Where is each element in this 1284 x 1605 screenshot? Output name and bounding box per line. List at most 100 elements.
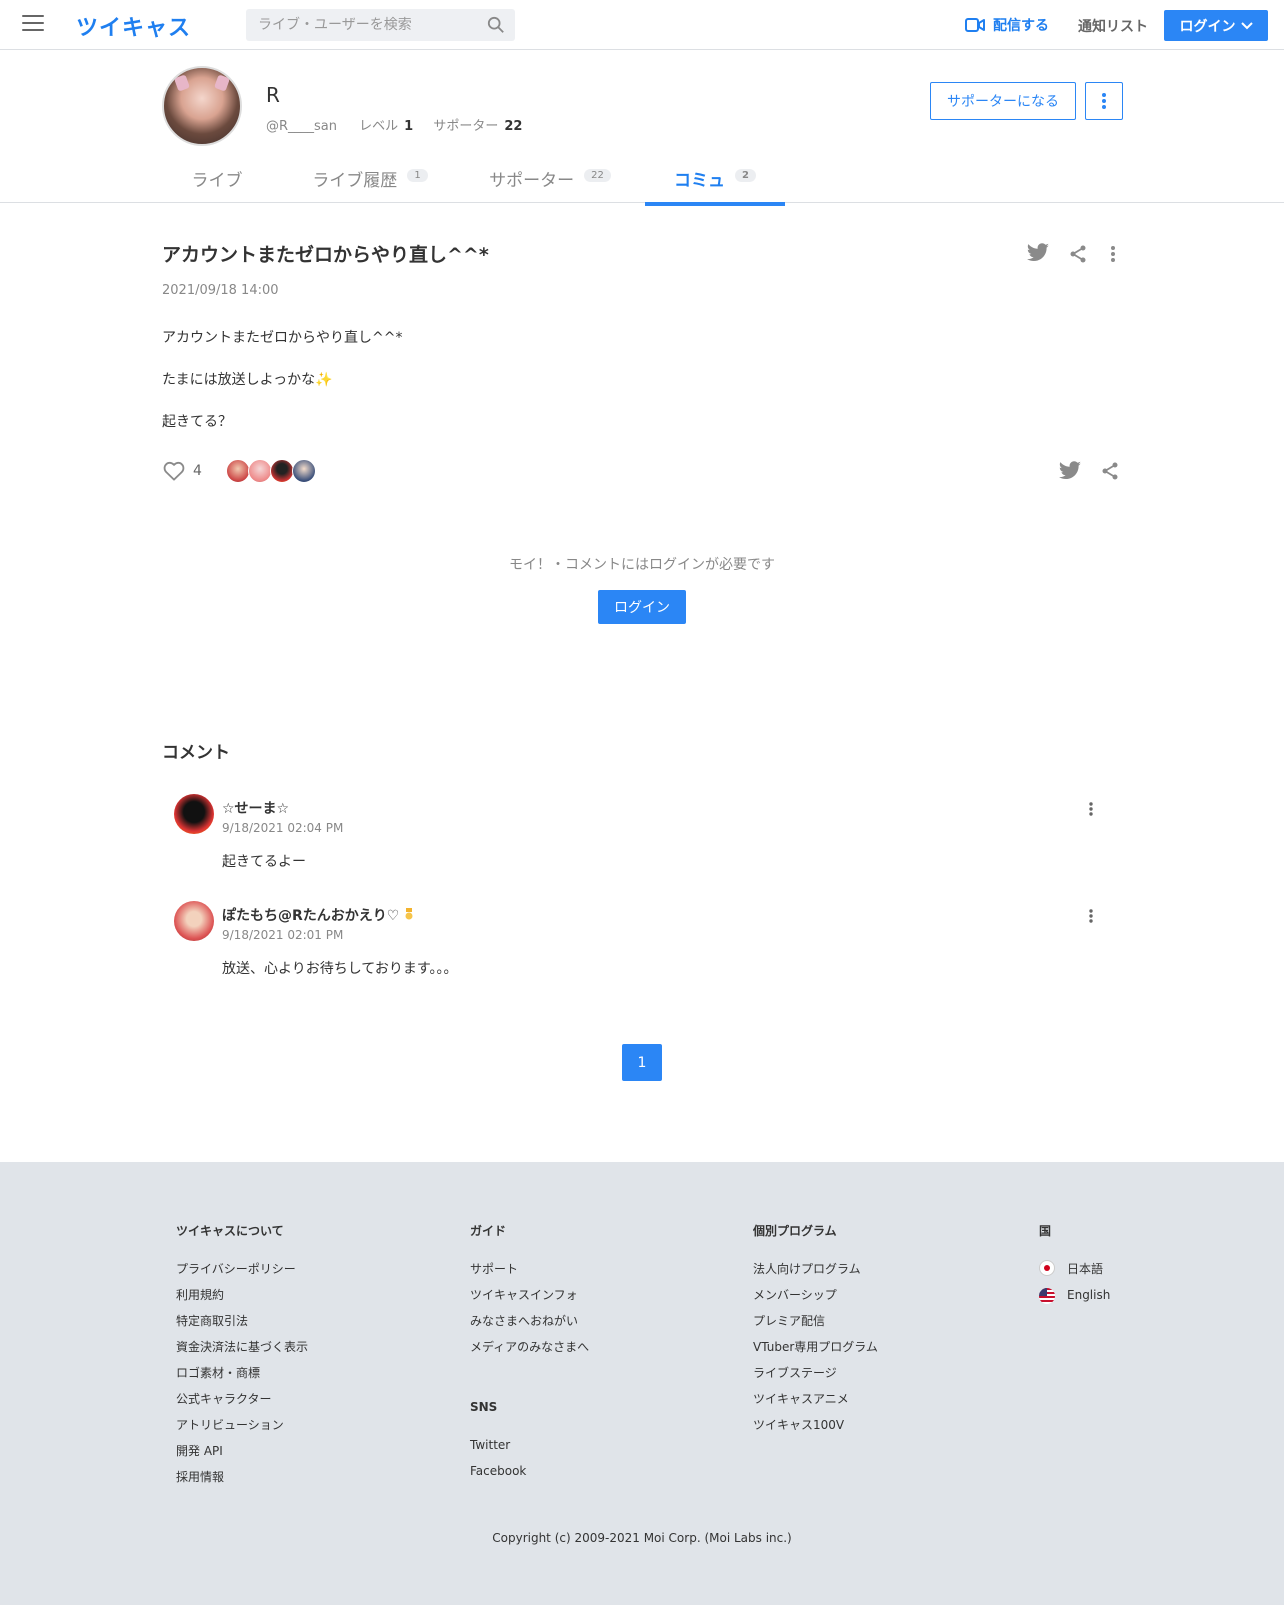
- footer-link[interactable]: サポート: [470, 1260, 518, 1277]
- comment-avatar[interactable]: [174, 901, 214, 941]
- footer-country-heading: 国: [1039, 1224, 1052, 1238]
- heart-icon[interactable]: [163, 461, 185, 481]
- profile-meta: @R____san レベル 1 サポーター 22: [266, 115, 538, 134]
- language-english-link[interactable]: English: [1067, 1288, 1110, 1302]
- search-icon[interactable]: [487, 16, 505, 34]
- footer-link[interactable]: プレミア配信: [753, 1312, 825, 1329]
- tab-live[interactable]: ライブ: [162, 166, 272, 203]
- profile-more-button[interactable]: [1085, 82, 1123, 120]
- level-value: 1: [404, 119, 414, 134]
- tab-community[interactable]: コミュ 2: [645, 166, 785, 206]
- tab-badge: 1: [407, 169, 428, 182]
- profile-name: R: [266, 83, 280, 107]
- footer-link[interactable]: 採用情報: [176, 1468, 224, 1485]
- footer-programs-heading: 個別プログラム: [753, 1224, 837, 1238]
- language-japanese-link[interactable]: 日本語: [1067, 1260, 1103, 1277]
- supporter-medal-icon: [405, 908, 413, 920]
- post-body-line: アカウントまたゼロからやり直し^^*: [162, 330, 403, 346]
- footer-twitter-link[interactable]: Twitter: [470, 1438, 510, 1452]
- tab-label: コミュ: [674, 171, 726, 191]
- tab-label: ライブ: [191, 171, 243, 191]
- twitter-icon[interactable]: [1058, 461, 1082, 481]
- footer-link[interactable]: ツイキャスインフォ: [470, 1286, 578, 1303]
- like-count: 4: [193, 463, 202, 479]
- hamburger-menu-icon[interactable]: [22, 15, 44, 33]
- us-flag-icon: [1039, 1288, 1055, 1304]
- chevron-down-icon: [1240, 21, 1253, 29]
- footer-link[interactable]: ライブステージ: [753, 1364, 837, 1381]
- tab-label: ライブ履歴: [312, 171, 398, 191]
- footer-link[interactable]: メンバーシップ: [753, 1286, 837, 1303]
- comment-avatar[interactable]: [174, 794, 214, 834]
- footer-link[interactable]: 開発 API: [176, 1442, 223, 1459]
- profile-avatar[interactable]: [162, 66, 242, 146]
- post-body-line: 起きてる？: [162, 414, 232, 430]
- footer-link[interactable]: 公式キャラクター: [176, 1390, 272, 1407]
- profile-tabs: ライブ ライブ履歴 1 サポーター 22 コミュ 2: [0, 158, 1284, 206]
- liker-avatar[interactable]: [248, 459, 272, 483]
- copyright: Copyright (c) 2009-2021 Moi Corp. (Moi L…: [492, 1531, 792, 1545]
- footer-about-heading: ツイキャスについて: [176, 1224, 284, 1238]
- post-body-line: たまには放送しよっかな✨: [162, 372, 333, 388]
- comment-date: 9/18/2021 02:01 PM: [222, 928, 344, 942]
- liker-avatar[interactable]: [292, 459, 316, 483]
- comment-more-icon[interactable]: [1086, 907, 1096, 925]
- login-required-note: モイ！・コメントにはログインが必要です: [509, 557, 775, 573]
- share-icon[interactable]: [1101, 462, 1119, 480]
- footer-link[interactable]: みなさまへおねがい: [470, 1312, 578, 1329]
- comment-author[interactable]: ぽたもち@Rたんおかえり♡: [222, 905, 414, 925]
- post-date: 2021/09/18 14:00: [162, 283, 279, 298]
- more-vertical-icon: [1102, 93, 1106, 109]
- search-input[interactable]: [258, 15, 478, 35]
- top-header: ツイキャス 配信する 通知リスト ログイン: [0, 0, 1284, 50]
- liker-avatar[interactable]: [226, 459, 250, 483]
- footer-link[interactable]: ロゴ素材・商標: [176, 1364, 260, 1381]
- login-dropdown-button[interactable]: ログイン: [1164, 10, 1268, 41]
- supporter-label: サポーター: [433, 119, 499, 134]
- footer-link[interactable]: 特定商取引法: [176, 1312, 248, 1329]
- notification-list-link[interactable]: 通知リスト: [1078, 16, 1148, 36]
- supporter-count: 22: [504, 119, 523, 134]
- liker-avatar[interactable]: [270, 459, 294, 483]
- tab-supporter[interactable]: サポーター 22: [470, 166, 630, 203]
- become-supporter-button[interactable]: サポーターになる: [930, 82, 1076, 120]
- footer-link[interactable]: ツイキャス100V: [753, 1416, 844, 1433]
- comment-date: 9/18/2021 02:04 PM: [222, 821, 344, 835]
- comment-more-icon[interactable]: [1086, 800, 1096, 818]
- comment-body: 放送、心よりお待ちしております。。。: [222, 961, 458, 977]
- footer-facebook-link[interactable]: Facebook: [470, 1464, 526, 1478]
- comments-heading: コメント: [162, 743, 230, 763]
- login-label: ログイン: [1179, 18, 1236, 35]
- profile-handle: @R____san: [266, 119, 338, 134]
- footer-link[interactable]: プライバシーポリシー: [176, 1260, 296, 1277]
- share-icon[interactable]: [1069, 245, 1087, 263]
- pagination-page-1[interactable]: 1: [622, 1044, 662, 1081]
- video-camera-icon: [965, 18, 985, 32]
- broadcast-button[interactable]: 配信する: [965, 15, 1049, 35]
- level-label: レベル: [359, 119, 399, 134]
- twitter-icon[interactable]: [1026, 243, 1050, 263]
- post-more-icon[interactable]: [1110, 245, 1116, 263]
- tab-live-history[interactable]: ライブ履歴 1: [290, 166, 450, 203]
- tab-label: サポーター: [489, 171, 575, 191]
- footer-link[interactable]: ツイキャスアニメ: [753, 1390, 849, 1407]
- site-logo[interactable]: ツイキャス: [76, 10, 191, 42]
- footer-link[interactable]: VTuber専用プログラム: [753, 1338, 878, 1355]
- search-box: [246, 9, 515, 41]
- footer-link[interactable]: メディアのみなさまへ: [470, 1338, 589, 1355]
- comment-body: 起きてるよー: [222, 854, 306, 870]
- post-title: アカウントまたゼロからやり直し^^*: [162, 244, 489, 266]
- tab-badge: 22: [584, 169, 611, 182]
- login-button[interactable]: ログイン: [598, 590, 686, 624]
- footer-link[interactable]: 利用規約: [176, 1286, 224, 1303]
- footer-link[interactable]: アトリビューション: [176, 1416, 284, 1433]
- footer-link[interactable]: 法人向けプログラム: [753, 1260, 861, 1277]
- comment-author-name: ぽたもち@Rたんおかえり♡: [222, 908, 400, 924]
- comment-author[interactable]: ☆せーま☆: [222, 798, 289, 818]
- footer-link[interactable]: 資金決済法に基づく表示: [176, 1338, 308, 1355]
- footer-guide-heading: ガイド: [470, 1224, 507, 1238]
- footer-sns-heading: SNS: [470, 1400, 498, 1414]
- tab-badge: 2: [735, 169, 756, 182]
- japan-flag-icon: [1039, 1260, 1055, 1276]
- broadcast-label: 配信する: [993, 18, 1049, 34]
